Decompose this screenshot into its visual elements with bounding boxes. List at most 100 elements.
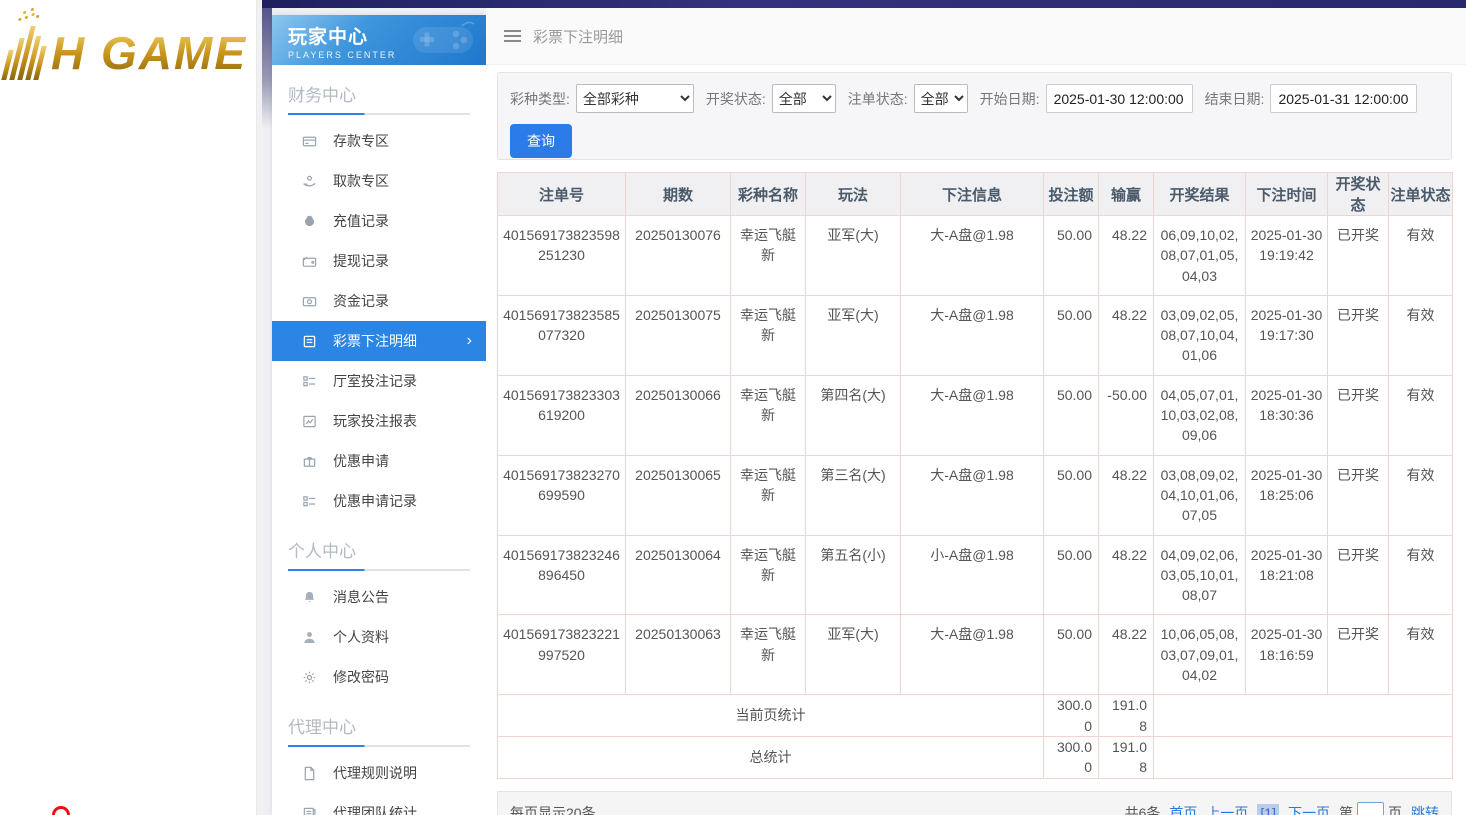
chevron-right-icon: › <box>467 332 472 350</box>
cell-bet-id: 401569173823221997520 <box>498 615 626 695</box>
total-summary-empty <box>1154 736 1453 778</box>
sidebar-item-label: 代理团队统计 <box>333 803 417 815</box>
table-row: 401569173823246896450 20250130064 幸运飞艇新 … <box>498 535 1453 615</box>
section-underline <box>288 745 470 747</box>
sidebar-item-deposit[interactable]: 存款专区 <box>272 121 486 161</box>
end-date-label: 结束日期: <box>1205 89 1265 109</box>
start-date-input[interactable] <box>1046 84 1193 113</box>
current-page-indicator: [1] <box>1257 804 1279 815</box>
sidebar-item-label: 彩票下注明细 <box>333 331 417 351</box>
table-header-row: 注单号 期数 彩种名称 玩法 下注信息 投注额 输赢 开奖结果 下注时间 开奖状… <box>498 173 1453 216</box>
table-row: 401569173823303619200 20250130066 幸运飞艇新 … <box>498 375 1453 455</box>
cell-issue: 20250130075 <box>626 295 731 375</box>
table-row: 401569173823221997520 20250130063 幸运飞艇新 … <box>498 615 1453 695</box>
cell-amount: 50.00 <box>1044 615 1099 695</box>
brand-panel: H GAME <box>0 0 256 815</box>
sidebar-item-lottery-bet-details[interactable]: 彩票下注明细 › <box>272 321 486 361</box>
table-row: 401569173823598251230 20250130076 幸运飞艇新 … <box>498 216 1453 296</box>
bet-list-icon <box>302 334 317 349</box>
sidebar-item-label: 存款专区 <box>333 131 389 151</box>
cell-issue: 20250130065 <box>626 455 731 535</box>
logo-bars-icon <box>1 26 51 80</box>
cell-issue: 20250130076 <box>626 216 731 296</box>
sidebar-item-player-bet-report[interactable]: 玩家投注报表 <box>272 401 486 441</box>
cell-lottery: 幸运飞艇新 <box>731 216 806 296</box>
table-row: 401569173823585077320 20250130075 幸运飞艇新 … <box>498 295 1453 375</box>
sidebar-item-agent-rules[interactable]: 代理规则说明 <box>272 753 486 793</box>
section-underline <box>288 569 470 571</box>
page-jump-input[interactable] <box>1357 802 1384 815</box>
chart-icon <box>302 414 317 429</box>
sidebar-item-recharge-record[interactable]: 充值记录 <box>272 201 486 241</box>
sidebar-item-label: 优惠申请 <box>333 451 389 471</box>
cell-draw-status: 已开奖 <box>1328 295 1389 375</box>
order-status-select[interactable]: 全部 <box>914 84 968 113</box>
cell-win-loss: 48.22 <box>1099 455 1154 535</box>
hamburger-menu-icon[interactable] <box>504 35 521 37</box>
sidebar-item-promo-apply-record[interactable]: 优惠申请记录 <box>272 481 486 521</box>
col-issue: 期数 <box>626 173 731 216</box>
cell-draw-status: 已开奖 <box>1328 216 1389 296</box>
prev-page-link[interactable]: 上一页 <box>1206 803 1248 815</box>
sidebar-item-label: 厅室投注记录 <box>333 371 417 391</box>
jump-prefix-label: 第 <box>1339 803 1353 815</box>
list-icon <box>302 374 317 389</box>
cell-amount: 50.00 <box>1044 216 1099 296</box>
sidebar: 玩家中心 PLAYERS CENTER 财务中心 <box>272 15 486 815</box>
cell-result: 06,09,10,02,08,07,01,05,04,03 <box>1154 216 1246 296</box>
sidebar-item-promo-apply[interactable]: 优惠申请 <box>272 441 486 481</box>
bank-card-icon <box>302 134 317 149</box>
jump-link[interactable]: 跳转 <box>1411 803 1439 815</box>
sidebar-item-label: 消息公告 <box>333 587 389 607</box>
sidebar-item-label: 取款专区 <box>333 171 389 191</box>
col-amount: 投注额 <box>1044 173 1099 216</box>
sidebar-item-hall-bet-record[interactable]: 厅室投注记录 <box>272 361 486 401</box>
cell-win-loss: -50.00 <box>1099 375 1154 455</box>
section-underline <box>288 113 470 115</box>
sidebar-item-withdraw[interactable]: 取款专区 <box>272 161 486 201</box>
cell-lottery: 幸运飞艇新 <box>731 375 806 455</box>
screen: H GAME 玩家中心 PLAYERS CENTER <box>0 0 1466 815</box>
cell-win-loss: 48.22 <box>1099 535 1154 615</box>
end-date-input[interactable] <box>1270 84 1417 113</box>
jump-suffix-label: 页 <box>1388 803 1402 815</box>
cell-amount: 50.00 <box>1044 375 1099 455</box>
cell-draw-status: 已开奖 <box>1328 535 1389 615</box>
order-status-label: 注单状态: <box>848 89 908 109</box>
cell-play: 亚军(大) <box>806 295 901 375</box>
cell-order-status: 有效 <box>1389 216 1453 296</box>
sidebar-item-funds-record[interactable]: 资金记录 <box>272 281 486 321</box>
col-result: 开奖结果 <box>1154 173 1246 216</box>
cell-bet-info: 大-A盘@1.98 <box>901 375 1044 455</box>
sidebar-item-withdrawal-record[interactable]: 提现记录 <box>272 241 486 281</box>
sidebar-item-profile[interactable]: 个人资料 <box>272 617 486 657</box>
next-page-link[interactable]: 下一页 <box>1288 803 1330 815</box>
main-content: 彩票下注明细 彩种类型: 全部彩种 开奖状态: 全部 注单状态: 全部 开始日期… <box>486 8 1466 815</box>
lottery-type-select[interactable]: 全部彩种 <box>576 84 694 113</box>
sidebar-item-label: 提现记录 <box>333 251 389 271</box>
col-bet-id: 注单号 <box>498 173 626 216</box>
col-win-loss: 输赢 <box>1099 173 1154 216</box>
cell-result: 04,09,02,06,03,05,10,01,08,07 <box>1154 535 1246 615</box>
cell-bet-id: 401569173823585077320 <box>498 295 626 375</box>
cell-win-loss: 48.22 <box>1099 295 1154 375</box>
query-button[interactable]: 查询 <box>510 124 572 158</box>
start-date-label: 开始日期: <box>980 89 1040 109</box>
cell-bet-info: 小-A盘@1.98 <box>901 535 1044 615</box>
table-row: 401569173823270699590 20250130065 幸运飞艇新 … <box>498 455 1453 535</box>
breadcrumb: 彩票下注明细 <box>533 26 623 47</box>
first-page-link[interactable]: 首页 <box>1169 803 1197 815</box>
sidebar-item-announcements[interactable]: 消息公告 <box>272 577 486 617</box>
cell-issue: 20250130063 <box>626 615 731 695</box>
filter-panel: 彩种类型: 全部彩种 开奖状态: 全部 注单状态: 全部 开始日期: 结束日期:… <box>497 72 1452 160</box>
sidebar-item-agent-team-stats[interactable]: 代理团队统计 <box>272 793 486 815</box>
per-page-label: 每页显示20条 <box>510 803 596 815</box>
cell-bet-info: 大-A盘@1.98 <box>901 455 1044 535</box>
sidebar-item-change-password[interactable]: 修改密码 <box>272 657 486 697</box>
cell-order-status: 有效 <box>1389 295 1453 375</box>
cell-draw-status: 已开奖 <box>1328 375 1389 455</box>
draw-status-select[interactable]: 全部 <box>772 84 836 113</box>
total-summary-amount: 300.00 <box>1044 736 1099 778</box>
coin-record-icon <box>302 294 317 309</box>
cell-play: 亚军(大) <box>806 216 901 296</box>
